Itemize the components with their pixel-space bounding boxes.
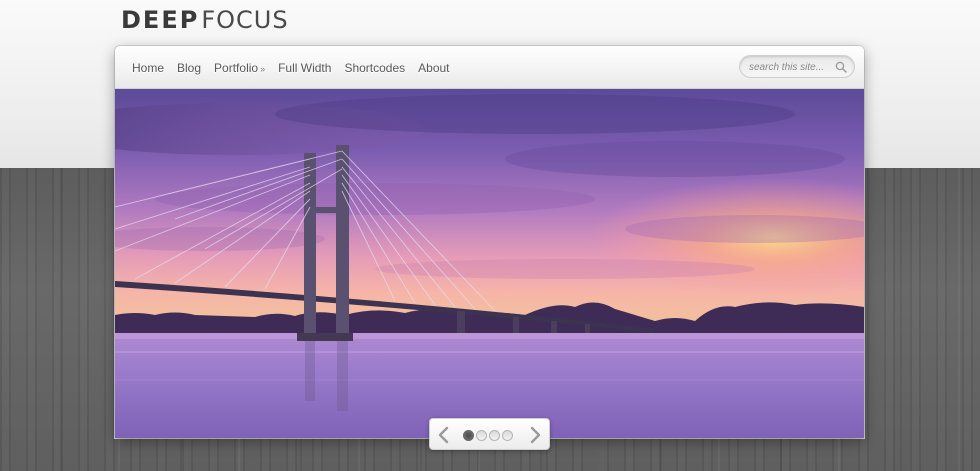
chevron-left-icon[interactable] [436, 426, 450, 444]
chevron-right-icon[interactable] [529, 426, 543, 444]
magnifier-icon[interactable] [835, 61, 847, 73]
search-box [739, 55, 855, 78]
nav-item-portfolio[interactable]: Portfolio» [214, 61, 278, 75]
slider-controller [429, 418, 550, 450]
logo-focus: FOCUS [201, 6, 289, 34]
slider-dot-1[interactable] [463, 430, 474, 441]
slider-dot-4[interactable] [502, 430, 513, 441]
nav-item-about[interactable]: About [418, 61, 462, 75]
logo-deep: DEEP [121, 6, 200, 34]
nav-item-home[interactable]: Home [132, 61, 177, 75]
slider-dot-2[interactable] [476, 430, 487, 441]
submenu-arrow-icon: » [260, 64, 266, 74]
nav-item-full-width[interactable]: Full Width [278, 61, 344, 75]
slider-dot-3[interactable] [489, 430, 500, 441]
nav-item-shortcodes[interactable]: Shortcodes [344, 61, 418, 75]
nav-item-blog[interactable]: Blog [177, 61, 214, 75]
search-input[interactable] [749, 59, 829, 75]
bridge-sunset-image [115, 89, 864, 438]
content-frame: Home Blog Portfolio» Full Width Shortcod… [115, 46, 864, 438]
featured-slide[interactable] [115, 89, 864, 438]
nav-menu: Home Blog Portfolio» Full Width Shortcod… [132, 61, 463, 75]
slider-dots [463, 430, 513, 441]
main-nav: Home Blog Portfolio» Full Width Shortcod… [115, 46, 864, 89]
site-logo[interactable]: DEEP FOCUS [121, 6, 289, 34]
